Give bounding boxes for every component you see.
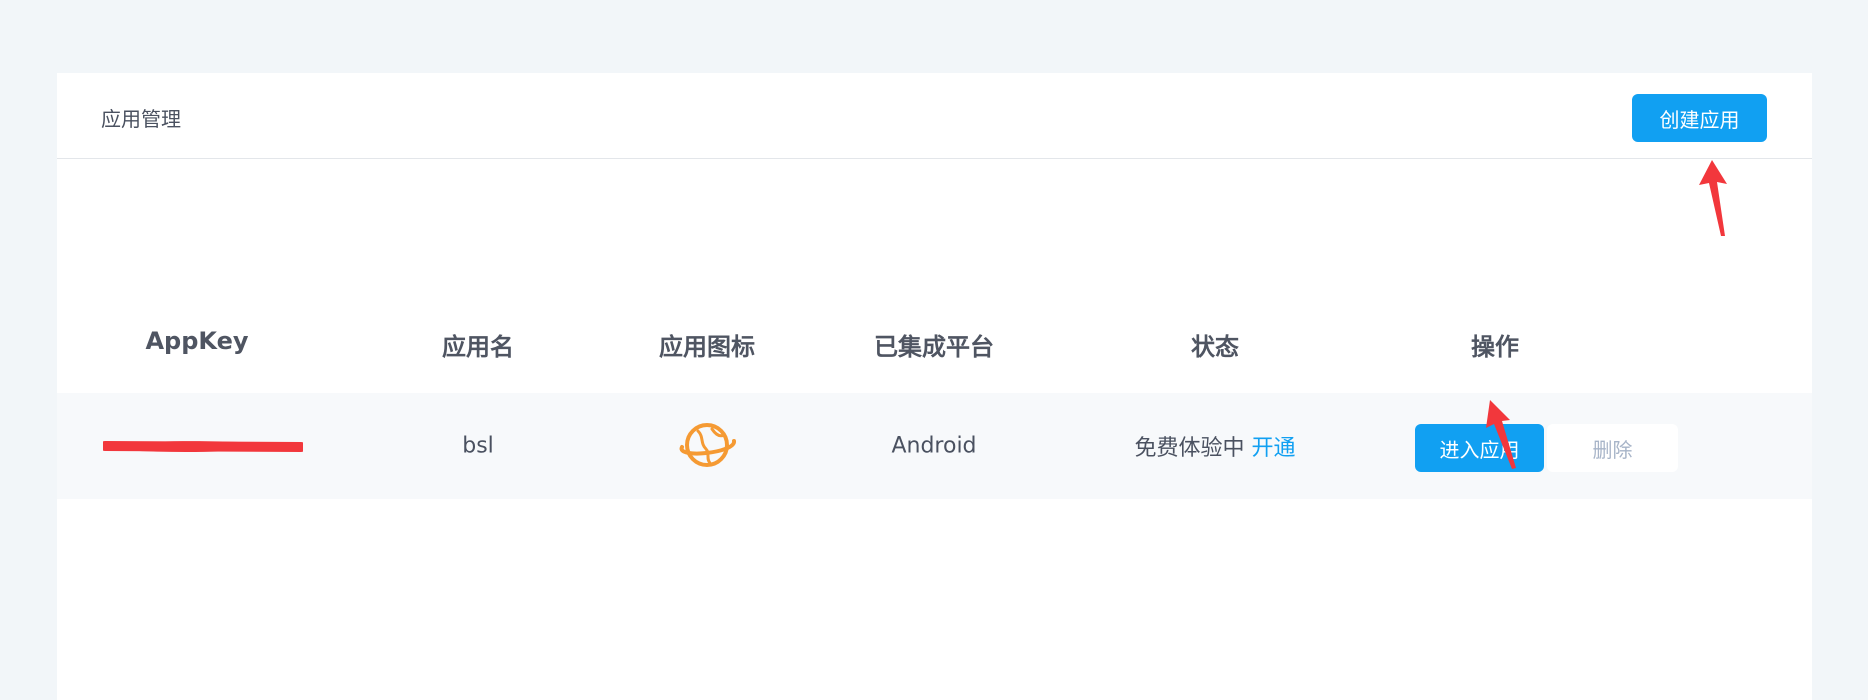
column-header-app-name: 应用名	[442, 333, 514, 361]
planet-icon	[679, 423, 736, 467]
column-header-app-icon: 应用图标	[659, 333, 755, 361]
table-header: AppKey 应用名 应用图标 已集成平台 状态 操作	[57, 303, 1812, 393]
create-app-button[interactable]: 创建应用	[1632, 94, 1767, 142]
app-management-card: 应用管理 创建应用 AppKey 应用名 应用图标 已集成平台 状态 操作 bs…	[57, 73, 1812, 700]
status-text: 免费体验中	[1134, 436, 1245, 461]
platform-cell: Android	[891, 433, 977, 459]
column-header-status: 状态	[1191, 333, 1239, 361]
page-title: 应用管理	[101, 107, 181, 131]
annotation-arrow-icon	[1486, 400, 1516, 469]
card-header: 应用管理 创建应用	[57, 73, 1812, 159]
enter-app-button[interactable]: 进入应用	[1415, 424, 1544, 472]
redacted-appkey	[103, 441, 303, 452]
annotation-arrow-icon	[1699, 160, 1727, 236]
app-name-cell: bsl	[462, 433, 494, 459]
activate-link[interactable]: 开通	[1252, 436, 1296, 461]
status-cell: 免费体验中 开通	[1134, 430, 1295, 462]
column-header-platform: 已集成平台	[874, 333, 994, 361]
column-header-actions: 操作	[1471, 333, 1519, 361]
delete-app-button[interactable]: 删除	[1547, 424, 1678, 472]
table-row: bsl Android 免费体验中 开通 进入应用 删除	[57, 393, 1812, 499]
column-header-appkey: AppKey	[145, 327, 249, 355]
